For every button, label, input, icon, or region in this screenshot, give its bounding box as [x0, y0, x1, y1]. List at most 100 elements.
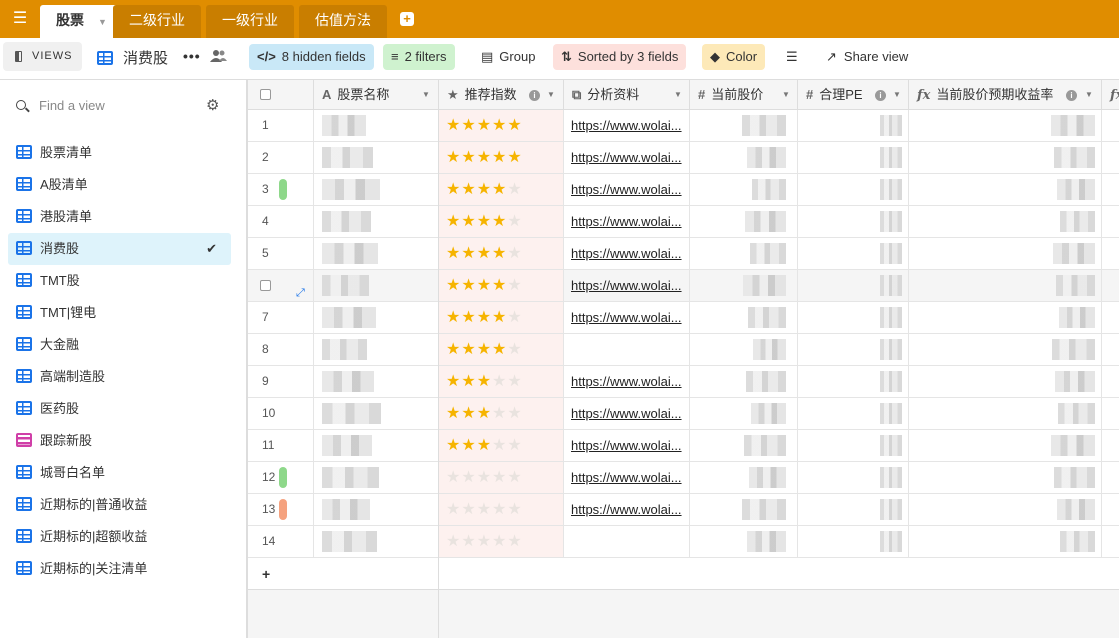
star-icon[interactable]: ★ [477, 501, 492, 518]
table-row[interactable]: 14 ★★★★★ [248, 526, 1119, 558]
star-icon[interactable]: ★ [477, 469, 492, 486]
tab-stocks[interactable]: 股票 ▼ [40, 5, 123, 38]
stock-name-cell[interactable] [314, 238, 439, 269]
star-icon[interactable]: ★ [492, 117, 507, 134]
yield-cell[interactable] [909, 398, 1102, 429]
star-icon[interactable]: ★ [507, 149, 522, 166]
star-icon[interactable]: ★ [507, 373, 522, 390]
stock-name-cell[interactable] [314, 302, 439, 333]
star-icon[interactable]: ★ [492, 533, 507, 550]
star-icon[interactable]: ★ [446, 405, 461, 422]
rating-cell[interactable]: ★★★★★ [439, 366, 564, 397]
pe-cell[interactable] [798, 430, 909, 461]
price-cell[interactable] [690, 270, 798, 301]
table-row[interactable]: 12 ★★★★★ https://www.wolai... [248, 462, 1119, 494]
chevron-down-icon[interactable]: ▼ [1085, 80, 1093, 110]
column-header-link[interactable]: ⧉ 分析资料 ▼ [564, 80, 690, 110]
add-row[interactable]: + [248, 558, 1119, 590]
star-icon[interactable]: ★ [446, 341, 461, 358]
star-icon[interactable]: ★ [446, 309, 461, 326]
add-tab-icon[interactable]: + [400, 12, 414, 26]
star-icon[interactable]: ★ [507, 469, 522, 486]
star-icon[interactable]: ★ [461, 373, 476, 390]
pe-cell[interactable] [798, 174, 909, 205]
tab-valuation-method[interactable]: 估值方法 [299, 5, 387, 38]
table-row[interactable]: 10 ★★★★★ https://www.wolai... [248, 398, 1119, 430]
table-row[interactable]: 13 ★★★★★ https://www.wolai... [248, 494, 1119, 526]
star-icon[interactable]: ★ [446, 533, 461, 550]
analysis-link-cell[interactable] [564, 334, 690, 365]
column-header-name[interactable]: A 股票名称 ▼ [314, 80, 439, 110]
star-icon[interactable]: ★ [477, 213, 492, 230]
column-header-price[interactable]: # 当前股价 ▼ [690, 80, 798, 110]
rating-cell[interactable]: ★★★★★ [439, 174, 564, 205]
star-icon[interactable]: ★ [492, 373, 507, 390]
star-icon[interactable]: ★ [492, 213, 507, 230]
star-icon[interactable]: ★ [461, 341, 476, 358]
yield-cell[interactable] [909, 238, 1102, 269]
analysis-link-cell[interactable]: https://www.wolai... [564, 174, 690, 205]
price-cell[interactable] [690, 526, 798, 557]
stock-name-cell[interactable] [314, 110, 439, 141]
sidebar-view-item[interactable]: 港股清单 [8, 201, 231, 233]
row-height-icon[interactable]: ☰ [786, 44, 798, 70]
star-icon[interactable]: ★ [477, 245, 492, 262]
pe-cell[interactable] [798, 110, 909, 141]
yield-cell[interactable] [909, 302, 1102, 333]
star-icon[interactable]: ★ [446, 213, 461, 230]
info-icon[interactable]: i [1066, 90, 1077, 101]
star-icon[interactable]: ★ [492, 309, 507, 326]
star-icon[interactable]: ★ [446, 373, 461, 390]
star-icon[interactable]: ★ [507, 213, 522, 230]
analysis-link-cell[interactable] [564, 526, 690, 557]
pe-cell[interactable] [798, 398, 909, 429]
star-icon[interactable]: ★ [492, 341, 507, 358]
price-cell[interactable] [690, 238, 798, 269]
yield-cell[interactable] [909, 334, 1102, 365]
star-icon[interactable]: ★ [507, 437, 522, 454]
analysis-link[interactable]: https://www.wolai... [564, 406, 682, 421]
pe-cell[interactable] [798, 494, 909, 525]
star-icon[interactable]: ★ [492, 501, 507, 518]
analysis-link[interactable]: https://www.wolai... [564, 182, 682, 197]
pe-cell[interactable] [798, 366, 909, 397]
star-icon[interactable]: ★ [461, 437, 476, 454]
tab-secondary-industry[interactable]: 二级行业 [113, 5, 201, 38]
pe-cell[interactable] [798, 270, 909, 301]
star-icon[interactable]: ★ [477, 277, 492, 294]
rating-cell[interactable]: ★★★★★ [439, 238, 564, 269]
analysis-link[interactable]: https://www.wolai... [564, 278, 682, 293]
table-row[interactable]: 2 ★★★★★ https://www.wolai... [248, 142, 1119, 174]
star-icon[interactable]: ★ [492, 405, 507, 422]
analysis-link[interactable]: https://www.wolai... [564, 246, 682, 261]
expand-record-icon[interactable]: ⤢ [296, 278, 305, 301]
analysis-link-cell[interactable]: https://www.wolai... [564, 110, 690, 141]
star-icon[interactable]: ★ [446, 117, 461, 134]
share-view-button[interactable]: ↗ Share view [826, 44, 908, 70]
rating-cell[interactable]: ★★★★★ [439, 398, 564, 429]
analysis-link-cell[interactable]: https://www.wolai... [564, 238, 690, 269]
star-icon[interactable]: ★ [461, 405, 476, 422]
analysis-link-cell[interactable]: https://www.wolai... [564, 398, 690, 429]
star-icon[interactable]: ★ [461, 181, 476, 198]
yield-cell[interactable] [909, 110, 1102, 141]
analysis-link-cell[interactable]: https://www.wolai... [564, 302, 690, 333]
star-icon[interactable]: ★ [507, 309, 522, 326]
star-icon[interactable]: ★ [507, 501, 522, 518]
column-header-yield[interactable]: fx 当前股价预期收益率 i ▼ [909, 80, 1102, 110]
star-icon[interactable]: ★ [492, 437, 507, 454]
star-icon[interactable]: ★ [446, 181, 461, 198]
price-cell[interactable] [690, 494, 798, 525]
analysis-link-cell[interactable]: https://www.wolai... [564, 366, 690, 397]
rating-cell[interactable]: ★★★★★ [439, 526, 564, 557]
row-checkbox[interactable] [260, 280, 271, 291]
tab-primary-industry[interactable]: 一级行业 [206, 5, 294, 38]
star-icon[interactable]: ★ [461, 149, 476, 166]
chevron-down-icon[interactable]: ▼ [674, 80, 682, 110]
star-icon[interactable]: ★ [477, 117, 492, 134]
analysis-link[interactable]: https://www.wolai... [564, 374, 682, 389]
rating-cell[interactable]: ★★★★★ [439, 494, 564, 525]
analysis-link-cell[interactable]: https://www.wolai... [564, 494, 690, 525]
stock-name-cell[interactable] [314, 398, 439, 429]
chevron-down-icon[interactable]: ▼ [547, 80, 555, 110]
